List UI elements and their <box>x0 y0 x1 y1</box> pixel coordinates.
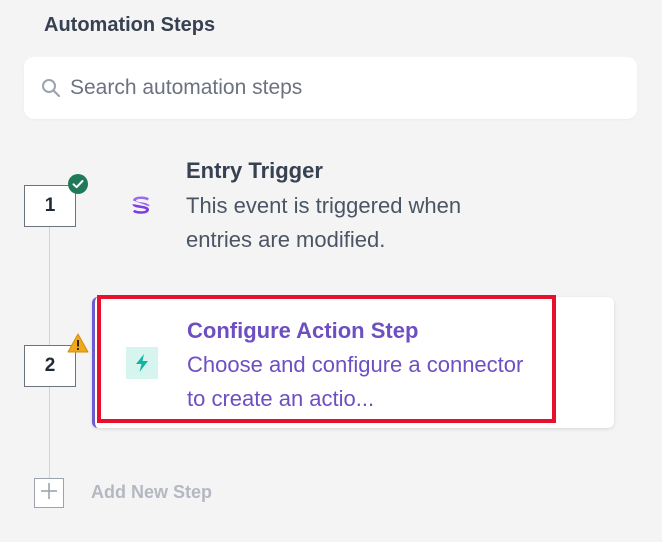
search-box[interactable] <box>24 57 637 119</box>
add-new-step-label[interactable]: Add New Step <box>91 482 212 503</box>
step-description: Choose and configure a connector to crea… <box>187 352 524 411</box>
check-circle-icon <box>68 174 88 194</box>
warning-triangle-icon <box>67 333 89 353</box>
search-input[interactable] <box>68 75 612 101</box>
step-description: This event is triggered when entries are… <box>186 193 462 252</box>
step-title[interactable]: Entry Trigger <box>186 158 323 184</box>
plus-icon <box>39 481 59 506</box>
add-step-button[interactable] <box>34 478 64 508</box>
search-icon <box>40 77 62 99</box>
panel-title: Automation Steps <box>44 14 216 36</box>
lightning-bolt-icon <box>126 347 158 379</box>
step-title[interactable]: Configure Action Step <box>187 318 418 344</box>
stack-logo-icon <box>129 193 153 217</box>
